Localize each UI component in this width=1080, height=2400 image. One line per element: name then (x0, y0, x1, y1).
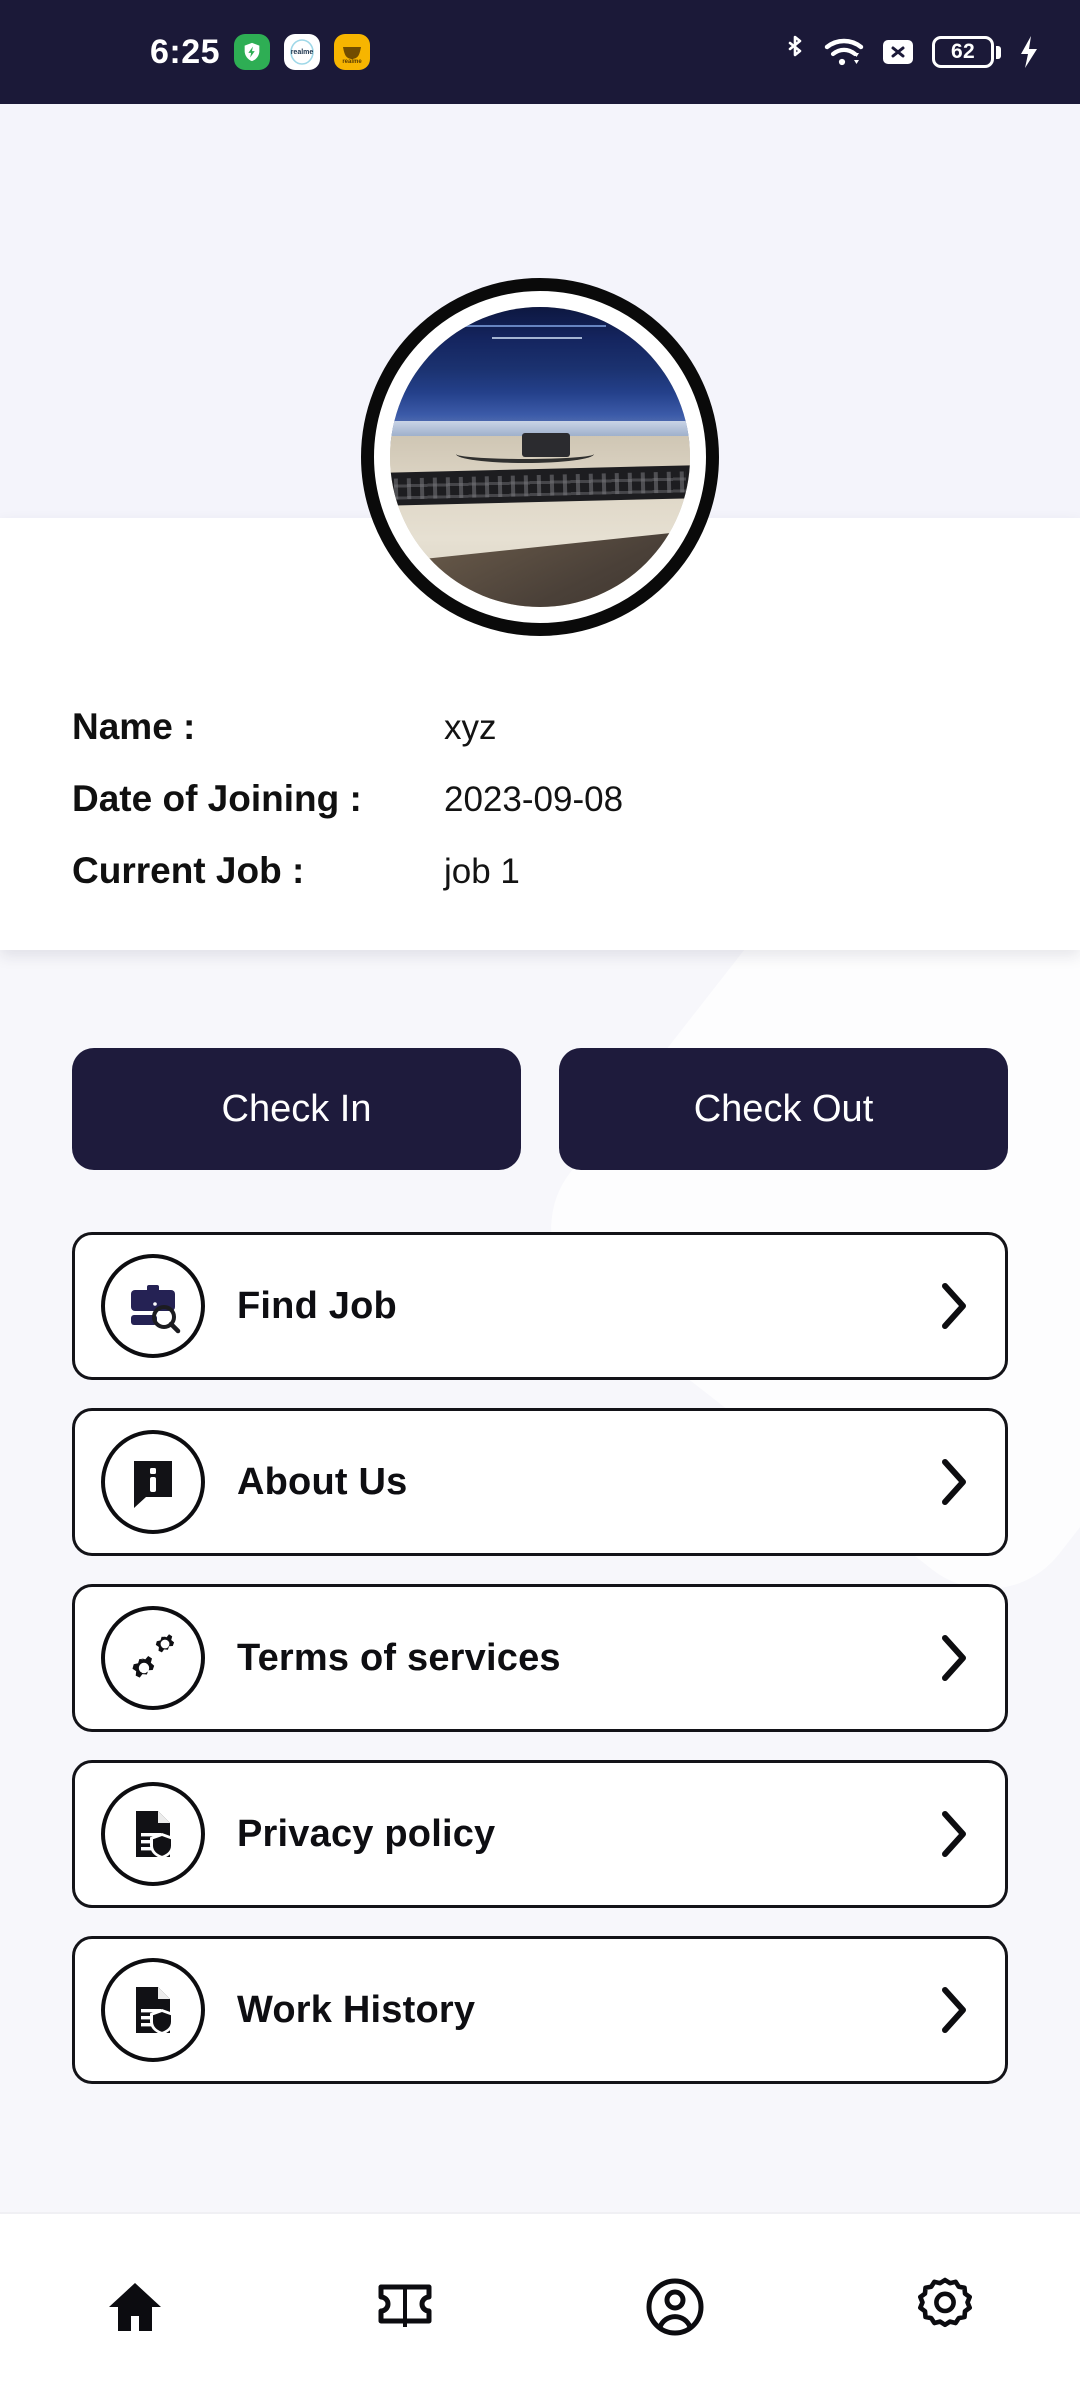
avatar[interactable] (361, 278, 719, 636)
attendance-actions: Check In Check Out (72, 950, 1008, 1170)
status-bar-right: 62 (783, 34, 1040, 70)
chevron-right-icon[interactable] (937, 1984, 971, 2036)
battery-level-label: 62 (932, 36, 994, 68)
current-job-value: job 1 (444, 852, 520, 891)
main-content-inner: Check In Check Out Find Job About Us Ter… (0, 950, 1080, 2084)
wifi-icon (824, 35, 864, 69)
svg-text:realme: realme (342, 59, 362, 65)
no-sim-icon (881, 36, 915, 68)
status-bar: 6:25 realme realme 62 (0, 0, 1080, 104)
profile-info-row-current-job: Current Job : job 1 (72, 850, 1008, 922)
main-content: Check In Check Out Find Job About Us Ter… (0, 950, 1080, 2212)
home-icon (104, 2276, 166, 2338)
check-out-button[interactable]: Check Out (559, 1048, 1008, 1170)
name-label: Name : (72, 706, 196, 747)
security-shield-icon (234, 34, 271, 70)
nav-item-profile[interactable] (540, 2214, 810, 2400)
user-circle-icon (644, 2276, 706, 2338)
battery-cap (996, 45, 1001, 59)
menu-item-label: Find Job (237, 1284, 397, 1327)
nav-item-settings[interactable] (810, 2214, 1080, 2400)
menu-item-find-job[interactable]: Find Job (72, 1232, 1008, 1380)
date-of-joining-value: 2023-09-08 (444, 780, 624, 819)
profile-info-list: Name : xyz Date of Joining : 2023-09-08 … (0, 706, 1080, 922)
avatar-ring (361, 278, 719, 636)
document-shield-icon (101, 1782, 205, 1886)
menu-item-work-history[interactable]: Work History (72, 1936, 1008, 2084)
bluetooth-icon (783, 34, 807, 70)
profile-info-row-date-of-joining: Date of Joining : 2023-09-08 (72, 778, 1008, 850)
chevron-right-icon[interactable] (937, 1632, 971, 1684)
gears-icon (101, 1606, 205, 1710)
chevron-right-icon[interactable] (937, 1456, 971, 1508)
charging-bolt-icon (1018, 35, 1040, 69)
status-bar-clock: 6:25 (150, 32, 221, 71)
briefcase-search-icon (101, 1254, 205, 1358)
check-in-button[interactable]: Check In (72, 1048, 521, 1170)
battery-indicator: 62 (932, 36, 1001, 68)
gear-icon (914, 2276, 976, 2338)
nav-item-tickets[interactable] (270, 2214, 540, 2400)
app-screen: 6:25 realme realme 62 Name: xyz Date of… (0, 0, 1080, 2400)
menu-item-privacy-policy[interactable]: Privacy policy (72, 1760, 1008, 1908)
current-job-label: Current Job : (72, 850, 305, 891)
bottom-navigation-bar (0, 2212, 1080, 2400)
menu-item-label: Terms of services (237, 1636, 561, 1679)
photo-keyboard-keys (393, 471, 687, 500)
nav-item-home[interactable] (0, 2214, 270, 2400)
menu-item-about-us[interactable]: About Us (72, 1408, 1008, 1556)
menu-list: Find Job About Us Terms of services Priv… (72, 1232, 1008, 2084)
chevron-right-icon[interactable] (937, 1808, 971, 1860)
profile-card: Name : xyz Date of Joining : 2023-09-08 … (0, 278, 1080, 950)
date-of-joining-label: Date of Joining : (72, 778, 362, 819)
realme-yellow-icon: realme (334, 34, 371, 70)
photo-code-lines-2 (492, 337, 582, 391)
document-shield-icon (101, 1958, 205, 2062)
chevron-right-icon[interactable] (937, 1280, 971, 1332)
realme-store-icon: realme (284, 34, 321, 70)
profile-info-row-name: Name : xyz (72, 706, 1008, 778)
ticket-icon (373, 2279, 437, 2335)
menu-item-label: Work History (237, 1988, 476, 2031)
avatar-photo (390, 307, 690, 607)
name-value: xyz (444, 708, 497, 747)
menu-item-label: Privacy policy (237, 1812, 496, 1855)
svg-text:realme: realme (291, 49, 314, 56)
menu-item-label: About Us (237, 1460, 408, 1503)
info-speech-bubble-icon (101, 1430, 205, 1534)
menu-item-terms-of-services[interactable]: Terms of services (72, 1584, 1008, 1732)
status-bar-left: 6:25 realme realme (150, 32, 371, 72)
photo-cable (456, 445, 594, 463)
